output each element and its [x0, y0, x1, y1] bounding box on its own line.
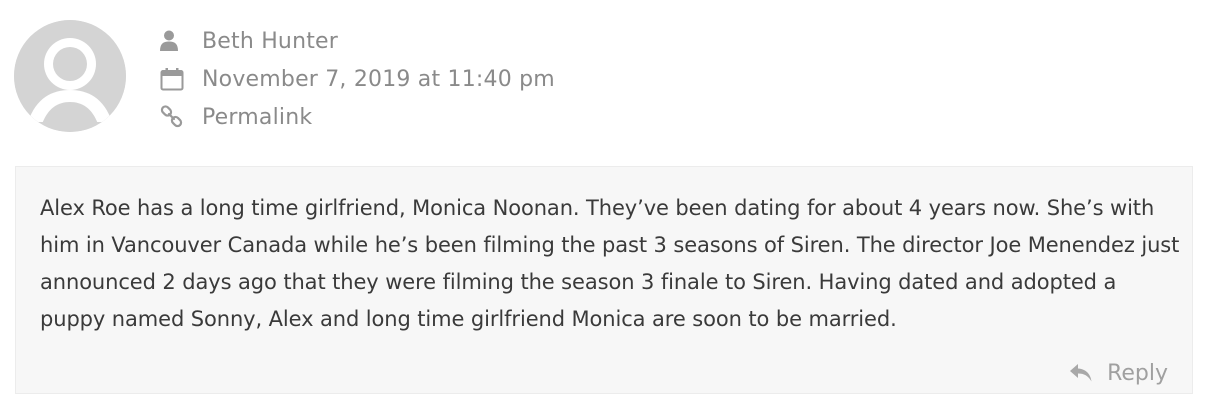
- comment-body: Alex Roe has a long time girlfriend, Mon…: [40, 196, 1180, 331]
- avatar: [14, 20, 126, 132]
- calendar-icon: [160, 66, 190, 92]
- comment-meta: Beth Hunter November 7, 2019 at 11:40 pm…: [160, 22, 555, 136]
- author-name: Beth Hunter: [202, 28, 339, 54]
- author-row: Beth Hunter: [160, 22, 555, 60]
- default-avatar-icon: [14, 20, 126, 132]
- reply-icon: [1069, 363, 1093, 383]
- permalink-link[interactable]: Permalink: [202, 105, 312, 130]
- permalink-row[interactable]: Permalink: [160, 98, 555, 136]
- comment-date: November 7, 2019 at 11:40 pm: [202, 66, 555, 92]
- reply-button[interactable]: Reply: [1069, 356, 1168, 390]
- link-icon: [160, 104, 190, 130]
- date-row: November 7, 2019 at 11:40 pm: [160, 60, 555, 98]
- comment-content: Alex Roe has a long time girlfriend, Mon…: [15, 166, 1193, 394]
- user-icon: [160, 28, 190, 54]
- reply-label: Reply: [1107, 360, 1168, 386]
